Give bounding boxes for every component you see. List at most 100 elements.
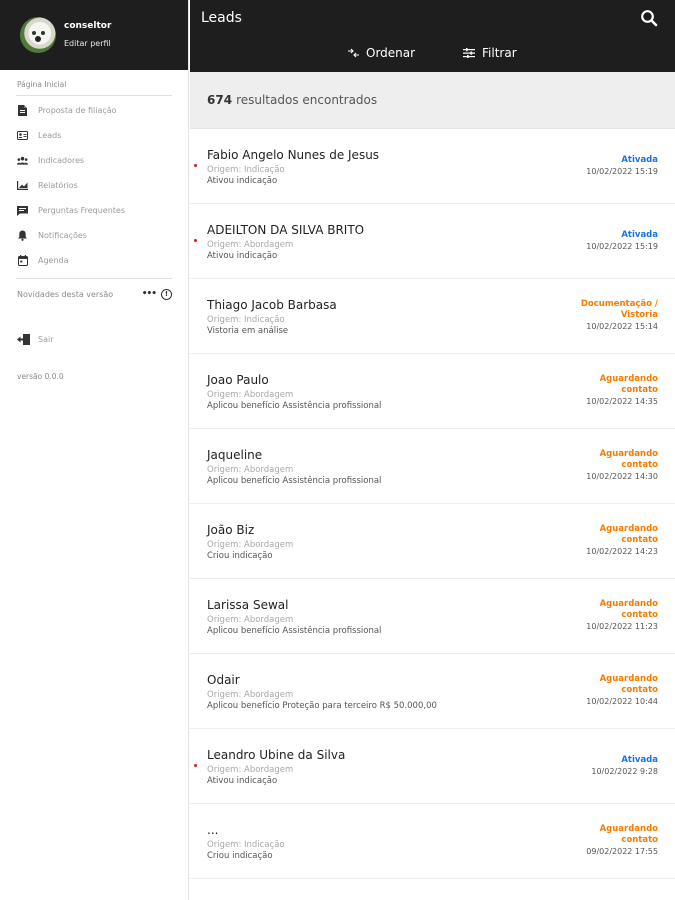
lead-last-action: Criou indicação xyxy=(207,551,273,561)
lead-list-item[interactable]: Jaqueline Origem: Abordagem Aplicou benefí… xyxy=(190,429,675,504)
divider xyxy=(16,95,172,96)
lead-status-block: Ativada 10/02/2022 15:19 xyxy=(586,204,658,278)
lead-list-item[interactable]: Leandro Ubine da Silva Origem: Abordagem A… xyxy=(190,729,675,804)
home-section-label: Página Inicial xyxy=(17,80,67,89)
lead-status-block: Aguardando contato 10/02/2022 14:23 xyxy=(586,504,658,578)
divider xyxy=(16,278,172,279)
lead-last-action: Criou indicação xyxy=(207,851,273,861)
lead-date: 10/02/2022 11:23 xyxy=(586,622,658,631)
top-bar: Leads Ordenar Filtrar xyxy=(190,0,675,72)
lead-list-item[interactable]: João Biz Origem: Abordagem Criou indicação… xyxy=(190,504,675,579)
document-icon xyxy=(17,105,28,116)
lead-last-action: Ativou indicação xyxy=(207,776,278,786)
lead-name: Odair xyxy=(207,673,240,687)
more-dots-icon[interactable]: ••• xyxy=(142,289,157,299)
sidebar-item-proposta[interactable]: Proposta de filiação xyxy=(0,98,188,123)
sidebar-item-label: Agenda xyxy=(38,256,69,265)
logout-label: Sair xyxy=(38,334,54,344)
sidebar-item-label: Notificações xyxy=(38,231,87,240)
lead-status: Aguardando xyxy=(599,374,658,384)
lead-name: Jaqueline xyxy=(207,448,263,462)
lead-date: 10/02/2022 10:44 xyxy=(586,697,658,706)
lead-status: Ativada xyxy=(621,755,658,765)
sidebar-item-leads[interactable]: Leads xyxy=(0,123,188,148)
lead-status: Ativada xyxy=(621,155,658,165)
lead-name: ADEILTON DA SILVA BRITO xyxy=(207,223,365,237)
sidebar-item-label: Proposta de filiação xyxy=(38,106,117,115)
lead-date: 09/02/2022 17:55 xyxy=(586,847,658,856)
sidebar-item-label: Indicadores xyxy=(38,156,85,165)
lead-last-action: Vistoria em análise xyxy=(207,326,289,336)
lead-list-item[interactable]: Larissa Sewal Origem: Abordagem Aplicou be… xyxy=(190,579,675,654)
lead-status: contato xyxy=(621,460,658,470)
lead-last-action: Aplicou benefício Assistência profission… xyxy=(207,626,382,636)
lead-origin: Origem: Indicação xyxy=(207,840,285,850)
lead-name: Leandro Ubine da Silva xyxy=(207,748,346,762)
results-count: 674 resultados encontrados xyxy=(190,72,675,129)
lead-list-item[interactable]: Joao Paulo Origem: Abordagem Aplicou benef… xyxy=(190,354,675,429)
app-version: versão 0.0.0 xyxy=(17,372,64,381)
results-text: resultados encontrados xyxy=(236,93,378,107)
filter-button[interactable]: Filtrar xyxy=(463,46,517,60)
lead-status: Documentação / xyxy=(580,299,658,309)
lead-last-action: Aplicou benefício Assistência profission… xyxy=(207,401,382,411)
sidebar-item-indicadores[interactable]: Indicadores xyxy=(0,148,188,173)
lead-origin: Origem: Abordagem xyxy=(207,465,294,475)
sidebar-item-faq[interactable]: Perguntas Frequentes xyxy=(0,198,188,223)
lead-list-item[interactable]: ... Origem: Indicação Criou indicação Aguar… xyxy=(190,804,675,879)
lead-list: Fabio Angelo Nunes de Jesus Origem: Indic… xyxy=(190,129,675,879)
sidebar-item-notificacoes[interactable]: Notificações xyxy=(0,223,188,248)
unread-indicator xyxy=(194,764,197,767)
chat-icon xyxy=(17,205,28,216)
lead-name: Larissa Sewal xyxy=(207,598,289,612)
lead-origin: Origem: Abordagem xyxy=(207,765,294,775)
lead-status: contato xyxy=(621,610,658,620)
lead-status-block: Ativada 10/02/2022 15:19 xyxy=(586,129,658,203)
filter-label: Filtrar xyxy=(482,46,517,60)
lead-date: 10/02/2022 14:23 xyxy=(586,547,658,556)
info-icon[interactable]: ! xyxy=(161,288,172,300)
lead-status-block: Documentação / Vistoria 10/02/2022 15:14 xyxy=(581,279,658,353)
lead-list-item[interactable]: Thiago Jacob Barbasa Origem: Indicação Vis… xyxy=(190,279,675,354)
page-title: Leads xyxy=(201,10,242,26)
lead-status: Aguardando xyxy=(599,674,658,684)
profile-header: conseltor Editar perfil xyxy=(0,0,188,70)
lead-date: 10/02/2022 14:35 xyxy=(586,397,658,406)
sidebar-item-agenda[interactable]: Agenda xyxy=(0,248,188,273)
lead-origin: Origem: Abordagem xyxy=(207,540,294,550)
username: conseltor xyxy=(64,21,112,31)
sidebar-item-relatorios[interactable]: Relatórios xyxy=(0,173,188,198)
lead-origin: Origem: Abordagem xyxy=(207,615,294,625)
logout-icon xyxy=(17,333,30,345)
order-button[interactable]: Ordenar xyxy=(347,46,415,60)
version-news[interactable]: Novidades desta versão ••• ! xyxy=(0,283,188,305)
lead-list-item[interactable]: Odair Origem: Abordagem Aplicou benefício … xyxy=(190,654,675,729)
search-icon[interactable] xyxy=(640,9,658,27)
sidebar-menu: Proposta de filiação Leads Indicadores R… xyxy=(0,98,188,273)
contacts-icon xyxy=(17,130,28,141)
lead-status-block: Ativada 10/02/2022 9:28 xyxy=(591,729,658,803)
lead-last-action: Aplicou benefício Assistência profission… xyxy=(207,476,382,486)
lead-status-block: Aguardando contato 10/02/2022 11:23 xyxy=(586,579,658,653)
filter-icon xyxy=(463,48,476,59)
app-root: conseltor Editar perfil Página Inicial P… xyxy=(0,0,675,900)
lead-list-item[interactable]: ADEILTON DA SILVA BRITO Origem: Abordagem… xyxy=(190,204,675,279)
chart-icon xyxy=(17,180,28,191)
lead-status-block: Aguardando contato 10/02/2022 14:35 xyxy=(586,354,658,428)
lead-status: contato xyxy=(621,535,658,545)
lead-list-item[interactable]: Fabio Angelo Nunes de Jesus Origem: Indic… xyxy=(190,129,675,204)
group-icon xyxy=(17,155,28,166)
lead-name: João Biz xyxy=(207,523,255,537)
edit-profile-link[interactable]: Editar perfil xyxy=(64,37,111,50)
lead-origin: Origem: Abordagem xyxy=(207,240,294,250)
sidebar-item-label: Leads xyxy=(38,131,62,140)
calendar-icon xyxy=(17,255,28,266)
lead-status: contato xyxy=(621,835,658,845)
sidebar-item-label: Perguntas Frequentes xyxy=(38,206,125,215)
avatar[interactable] xyxy=(20,17,56,53)
lead-origin: Origem: Abordagem xyxy=(207,390,294,400)
sort-icon xyxy=(347,48,360,59)
logout-button[interactable]: Sair xyxy=(0,328,188,350)
unread-indicator xyxy=(194,239,197,242)
lead-last-action: Ativou indicação xyxy=(207,176,278,186)
